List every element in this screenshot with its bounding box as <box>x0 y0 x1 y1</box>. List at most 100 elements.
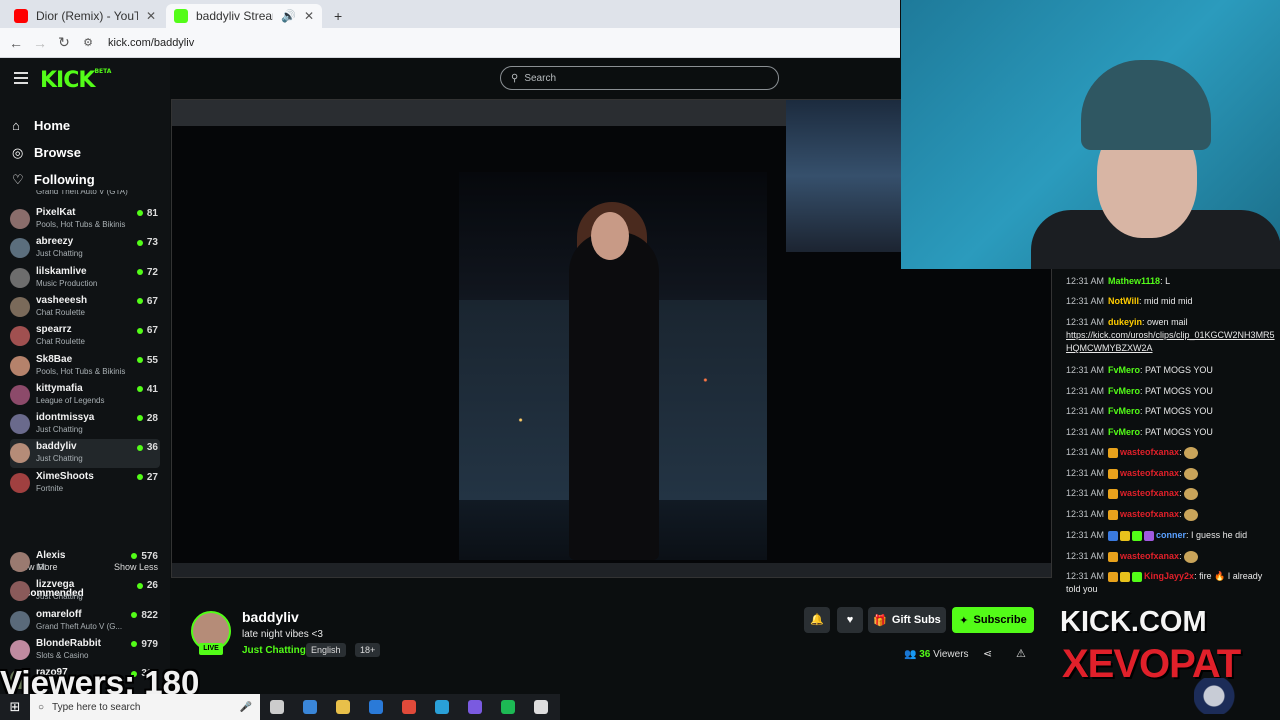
viewer-count: 27 <box>136 472 158 483</box>
windows-start-icon[interactable]: ⊞ <box>0 699 30 715</box>
search-input[interactable]: ⚲ Search <box>500 66 779 90</box>
chat-username[interactable]: wasteofxanax <box>1120 488 1179 498</box>
channel-item-idontmissya[interactable]: idontmissya Just Chatting 28 <box>10 410 160 439</box>
captured-window-thumbnail <box>786 100 901 252</box>
forward-icon[interactable]: → <box>28 35 52 51</box>
channel-item-omareloff[interactable]: omareloff Grand Theft Auto V (G... 822 <box>10 607 160 636</box>
taskbar-search-input[interactable]: ○ Type here to search 🎤 <box>30 694 260 720</box>
chat-badge-icon <box>1108 571 1119 582</box>
messenger-icon[interactable] <box>458 694 491 720</box>
channel-item-sk8bae[interactable]: Sk8Bae Pools, Hot Tubs & Bikinis 55 <box>10 352 160 381</box>
viewer-count: 822 <box>131 610 158 621</box>
chat-text: : PAT MOGS YOU <box>1140 365 1213 375</box>
channel-item-kittymafia[interactable]: kittymafia League of Legends 41 <box>10 381 160 410</box>
gift-subs-label: Gift Subs <box>891 614 941 626</box>
live-dot-icon <box>136 210 143 217</box>
viewer-count: 41 <box>136 384 158 395</box>
channel-category: Grand Theft Auto V (G... <box>36 621 123 631</box>
chat-username[interactable]: wasteofxanax <box>1120 509 1179 519</box>
url-text[interactable]: kick.com/baddyliv <box>108 37 194 49</box>
stream-category[interactable]: Just Chatting <box>242 645 306 656</box>
stream-title: late night vibes <3 <box>242 629 323 640</box>
live-dot-icon <box>136 239 143 246</box>
partial-category: Grand Theft Auto V (GTA) <box>36 190 128 196</box>
notification-bell-icon[interactable]: 🔔 <box>804 607 830 633</box>
subscribe-button[interactable]: ✦ Subscribe <box>952 607 1034 633</box>
kick-logo[interactable]: KICKBETA <box>40 68 111 93</box>
chat-username[interactable]: wasteofxanax <box>1120 447 1179 457</box>
gift-subs-button[interactable]: 🎁 Gift Subs <box>868 607 946 633</box>
live-dot-icon <box>136 356 143 363</box>
chat-message: 12:31 AM KingJayy2x: fire 🔥 I already tol… <box>1066 570 1276 596</box>
nav-label: Home <box>34 118 71 133</box>
home-icon: ⌂ <box>12 118 20 133</box>
close-tab-icon[interactable]: ✕ <box>304 9 314 23</box>
viewer-count: 55 <box>136 355 158 366</box>
spotify-icon[interactable] <box>491 694 524 720</box>
site-info-icon[interactable]: ⚙ <box>76 36 100 49</box>
channel-item-alexis[interactable]: Alexis IRL 576 <box>10 548 160 577</box>
chat-username[interactable]: FvMero <box>1108 427 1140 437</box>
viewer-number: 822 <box>141 609 158 621</box>
channel-item-lizzvega[interactable]: lizzvega Just Chatting 26 <box>10 577 160 606</box>
channel-item-vasheeesh[interactable]: vasheeesh Chat Roulette 67 <box>10 293 160 322</box>
follow-heart-icon[interactable]: ♥ <box>837 607 863 633</box>
chat-message: 12:31 AM Mathew1118: L <box>1066 275 1276 288</box>
channel-item-blonderabbit[interactable]: BlondeRabbit Slots & Casino 979 <box>10 636 160 665</box>
new-tab-button[interactable]: + <box>326 4 350 28</box>
menu-icon[interactable] <box>14 72 28 87</box>
chat-text: : mid mid mid <box>1138 296 1193 306</box>
chat-username[interactable]: FvMero <box>1108 365 1140 375</box>
chat-username[interactable]: KingJayy2x <box>1144 571 1194 581</box>
chat-timestamp: 12:31 AM <box>1066 365 1105 375</box>
channel-category: League of Legends <box>36 395 105 405</box>
task-view-icon[interactable] <box>260 694 293 720</box>
chat-username[interactable]: FvMero <box>1108 386 1140 396</box>
channel-item-spearrz[interactable]: spearrz Chat Roulette 67 <box>10 322 160 351</box>
nav-following[interactable]: ♡ Following <box>12 166 95 193</box>
chat-message: 12:31 AM FvMero: PAT MOGS YOU <box>1066 426 1276 439</box>
speaker-icon[interactable]: 🔊 <box>281 9 296 23</box>
emote-icon <box>1184 467 1199 480</box>
report-icon[interactable]: ⚠ <box>1016 647 1026 660</box>
channel-item-baddyliv[interactable]: baddyliv Just Chatting 36 <box>10 439 160 469</box>
emote-icon <box>1184 550 1199 563</box>
emote-icon <box>1184 508 1199 521</box>
store-icon[interactable] <box>293 694 326 720</box>
channel-item-pixelkat[interactable]: PixelKat Pools, Hot Tubs & Bikinis 81 <box>10 205 160 234</box>
close-tab-icon[interactable]: ✕ <box>146 9 156 23</box>
share-icon[interactable]: ⋖ <box>983 647 992 660</box>
brand-overlay: KICK.COM XEVOPAT <box>1046 600 1280 720</box>
file-explorer-icon[interactable] <box>326 694 359 720</box>
reload-icon[interactable]: ↻ <box>52 34 76 51</box>
kick-icon <box>174 9 188 23</box>
viewer-count: 67 <box>136 296 158 307</box>
edge-icon[interactable] <box>425 694 458 720</box>
tag-language[interactable]: English <box>306 643 346 657</box>
mail-icon[interactable] <box>359 694 392 720</box>
chat-link[interactable]: https://kick.com/urosh/clips/clip_01KGCW… <box>1066 330 1275 353</box>
chat-username[interactable]: FvMero <box>1108 406 1140 416</box>
chat-badge-icon <box>1108 530 1119 541</box>
channel-item-ximeshoots[interactable]: XimeShoots Fortnite 27 <box>10 469 160 498</box>
obs-icon[interactable] <box>524 694 557 720</box>
chat-username[interactable]: wasteofxanax <box>1120 551 1179 561</box>
channel-item-abreezy[interactable]: abreezy Just Chatting 73 <box>10 234 160 263</box>
tab-kick[interactable]: baddyliv Stream - Watch Li 🔊 ✕ <box>166 4 322 28</box>
back-icon[interactable]: ← <box>4 35 28 51</box>
chat-username[interactable]: dukeyin <box>1108 317 1142 327</box>
tab-youtube[interactable]: Dior (Remix) - YouTube ✕ <box>6 4 164 28</box>
nav-home[interactable]: ⌂ Home <box>12 112 95 139</box>
channel-name[interactable]: baddyliv <box>242 609 299 625</box>
channel-item-lilskamlive[interactable]: lilskamlive Music Production 72 <box>10 264 160 293</box>
chat-username[interactable]: wasteofxanax <box>1120 468 1179 478</box>
chrome-icon[interactable] <box>392 694 425 720</box>
chat-badge-icon <box>1132 571 1143 582</box>
chat-username[interactable]: Mathew1118 <box>1108 276 1160 286</box>
chat-username[interactable]: conner <box>1156 530 1186 540</box>
channel-category: Fortnite <box>36 483 64 493</box>
microphone-icon[interactable]: 🎤 <box>240 702 252 713</box>
nav-browse[interactable]: ◎ Browse <box>12 139 95 166</box>
chat-username[interactable]: NotWill <box>1108 296 1139 306</box>
tag-mature[interactable]: 18+ <box>355 643 381 657</box>
